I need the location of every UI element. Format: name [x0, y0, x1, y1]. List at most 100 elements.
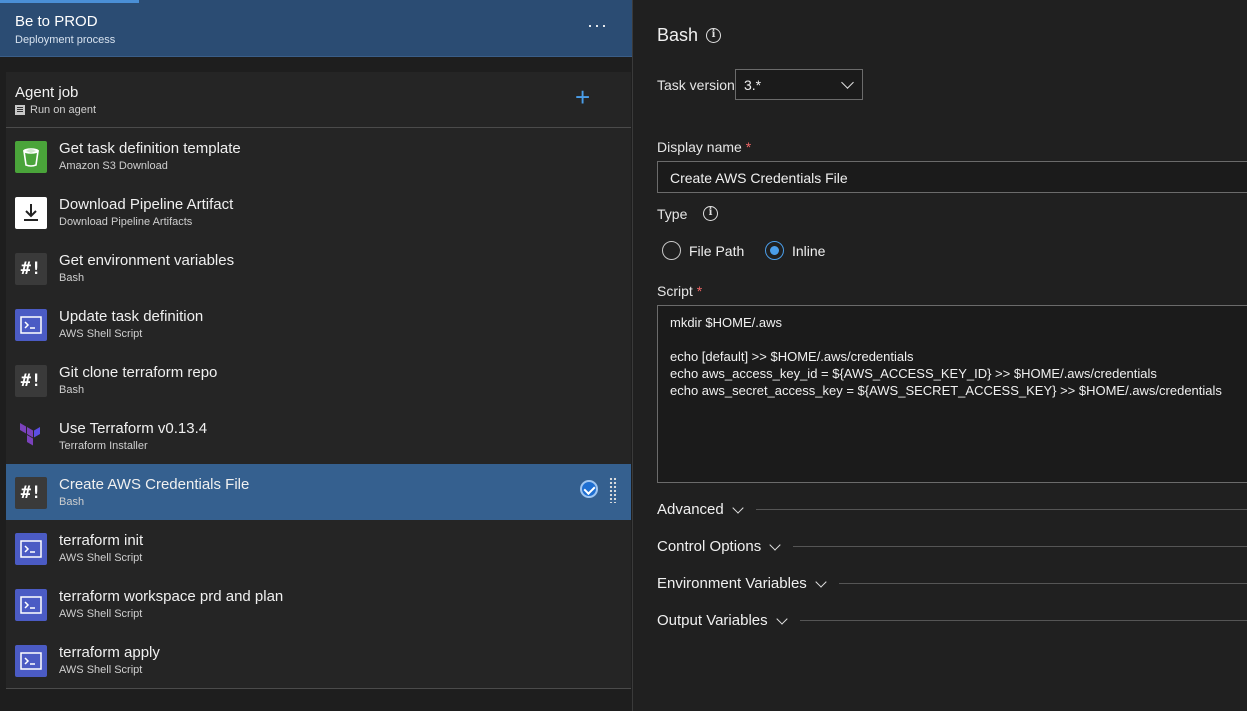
- bash-icon: #!: [15, 253, 47, 285]
- task-type: AWS Shell Script: [59, 608, 143, 620]
- task-name: Get task definition template: [59, 140, 241, 157]
- list-divider: [6, 688, 631, 689]
- agent-icon: [15, 105, 25, 115]
- task-item[interactable]: #! Get environment variables Bash: [6, 240, 631, 296]
- task-name: terraform workspace prd and plan: [59, 588, 284, 605]
- task-type: AWS Shell Script: [59, 328, 143, 340]
- agent-job-title: Agent job: [15, 84, 79, 101]
- stage-title: Be to PROD: [15, 13, 98, 30]
- task-version-label: Task version: [657, 77, 735, 93]
- task-item[interactable]: terraform workspace prd and plan AWS She…: [6, 576, 631, 632]
- task-type: AWS Shell Script: [59, 552, 143, 564]
- required-marker: *: [745, 139, 752, 155]
- bash-icon: #!: [15, 365, 47, 397]
- checkmark-icon[interactable]: [580, 480, 598, 498]
- task-item[interactable]: Download Pipeline Artifact Download Pipe…: [6, 184, 631, 240]
- task-type: Bash: [59, 272, 85, 284]
- task-name: terraform apply: [59, 644, 160, 661]
- terminal-icon: [15, 533, 47, 565]
- task-version-value: 3.*: [744, 77, 762, 93]
- task-type: Bash: [59, 384, 85, 396]
- chevron-down-icon: [815, 575, 827, 588]
- task-type: Amazon S3 Download: [59, 160, 168, 172]
- task-type: Download Pipeline Artifacts: [59, 216, 193, 228]
- section-rule: [755, 509, 1247, 510]
- task-name: Get environment variables: [59, 252, 235, 269]
- stage-subtitle: Deployment process: [15, 34, 116, 46]
- bash-icon: #!: [15, 477, 47, 509]
- add-task-icon[interactable]: +: [575, 84, 590, 110]
- script-label-text: Script: [657, 283, 693, 299]
- required-marker: *: [696, 283, 703, 299]
- task-name: terraform init: [59, 532, 144, 549]
- task-name: Create AWS Credentials File: [59, 476, 250, 493]
- chevron-down-icon: [732, 501, 744, 514]
- info-icon[interactable]: i: [706, 28, 721, 43]
- chevron-down-icon: [841, 76, 854, 89]
- script-editor[interactable]: mkdir $HOME/.aws echo [default] >> $HOME…: [657, 305, 1247, 483]
- more-options-icon[interactable]: ···: [587, 15, 608, 36]
- task-type: AWS Shell Script: [59, 664, 143, 676]
- task-details-panel: Bash i Task version 3.* Display name * C…: [633, 0, 1247, 711]
- section-rule: [793, 546, 1247, 547]
- radio-button-selected[interactable]: [765, 241, 784, 260]
- section-advanced[interactable]: Advanced: [657, 501, 1247, 518]
- task-type: Terraform Installer: [59, 440, 148, 452]
- section-environment-variables[interactable]: Environment Variables: [657, 575, 1247, 592]
- display-name-label: Display name *: [657, 139, 751, 155]
- task-item[interactable]: Get task definition template Amazon S3 D…: [6, 128, 631, 184]
- task-name: Download Pipeline Artifact: [59, 196, 234, 213]
- section-title: Advanced: [657, 501, 724, 518]
- radio-label: Inline: [792, 242, 826, 259]
- agent-job[interactable]: Agent job Run on agent +: [6, 72, 631, 128]
- task-name: Update task definition: [59, 308, 204, 325]
- terminal-icon: [15, 645, 47, 677]
- active-tab-indicator: [0, 0, 139, 3]
- app-root: Be to PROD Deployment process ··· Agent …: [0, 0, 1247, 711]
- task-item[interactable]: Update task definition AWS Shell Script: [6, 296, 631, 352]
- script-line: echo aws_access_key_id = ${AWS_ACCESS_KE…: [670, 366, 1157, 381]
- display-name-label-text: Display name: [657, 139, 742, 155]
- display-name-input[interactable]: Create AWS Credentials File: [657, 161, 1247, 193]
- script-line: echo [default] >> $HOME/.aws/credentials: [670, 349, 914, 364]
- section-title: Output Variables: [657, 612, 768, 629]
- radio-file-path[interactable]: File Path: [662, 241, 744, 260]
- task-title: Bash: [657, 25, 699, 45]
- script-label: Script *: [657, 283, 702, 299]
- agent-job-subtitle-text: Run on agent: [30, 104, 97, 116]
- terraform-icon: [15, 421, 47, 453]
- section-rule: [799, 620, 1247, 621]
- terminal-icon: [15, 589, 47, 621]
- terminal-icon: [15, 309, 47, 341]
- section-rule: [838, 583, 1247, 584]
- section-title: Environment Variables: [657, 575, 807, 592]
- radio-label: File Path: [689, 242, 745, 259]
- type-label: Type: [657, 206, 688, 222]
- script-line: mkdir $HOME/.aws: [670, 315, 782, 330]
- task-name: Use Terraform v0.13.4: [59, 420, 208, 437]
- task-item[interactable]: Use Terraform v0.13.4 Terraform Installe…: [6, 408, 631, 464]
- task-type: Bash: [59, 496, 85, 508]
- section-control-options[interactable]: Control Options: [657, 538, 1247, 555]
- task-item[interactable]: #! Git clone terraform repo Bash: [6, 352, 631, 408]
- task-version-select[interactable]: 3.*: [735, 69, 863, 100]
- drag-handle-icon[interactable]: [609, 477, 617, 503]
- task-item[interactable]: terraform apply AWS Shell Script: [6, 632, 631, 688]
- agent-job-subtitle: Run on agent: [15, 104, 96, 116]
- task-item-selected[interactable]: #! Create AWS Credentials File Bash: [6, 464, 631, 520]
- pipeline-header[interactable]: Be to PROD Deployment process ···: [0, 0, 632, 57]
- s3-bucket-icon: [15, 141, 47, 173]
- chevron-down-icon: [775, 612, 788, 625]
- download-icon: [15, 197, 47, 229]
- script-line: [670, 331, 1244, 348]
- section-title: Control Options: [657, 538, 762, 555]
- chevron-down-icon: [769, 538, 781, 551]
- section-output-variables[interactable]: Output Variables: [657, 612, 1247, 629]
- task-item[interactable]: terraform init AWS Shell Script: [6, 520, 631, 576]
- task-list: Get task definition template Amazon S3 D…: [6, 128, 631, 688]
- info-icon[interactable]: i: [703, 206, 718, 221]
- radio-button[interactable]: [662, 241, 681, 260]
- radio-inline[interactable]: Inline: [765, 241, 825, 260]
- script-line: echo aws_secret_access_key = ${AWS_SECRE…: [670, 383, 1222, 398]
- task-name: Git clone terraform repo: [59, 364, 218, 381]
